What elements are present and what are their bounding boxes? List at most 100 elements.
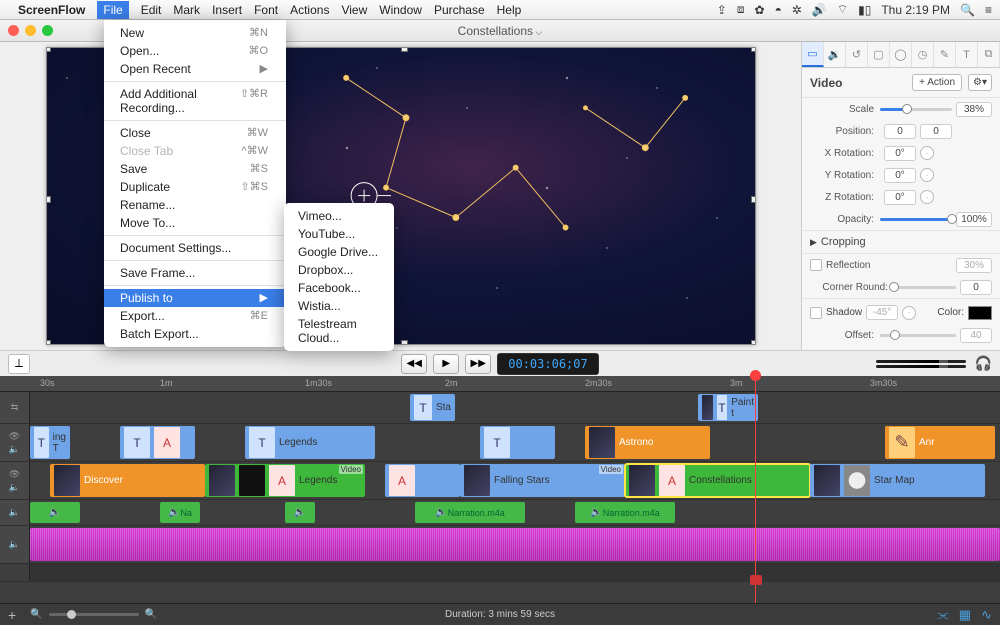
submenu-item-dropbox-[interactable]: Dropbox... [284, 261, 394, 279]
timeline-marker[interactable] [750, 575, 762, 585]
touch-tab-icon[interactable]: ↺ [846, 42, 868, 67]
document-title[interactable]: Constellations [458, 24, 543, 38]
play-button[interactable]: ▶ [433, 354, 459, 374]
menu-insert[interactable]: Insert [212, 3, 242, 17]
audio-clip[interactable]: 🔈 Narration.m4a [575, 502, 675, 523]
reflection-value[interactable]: 30% [956, 258, 992, 273]
audio-clip[interactable]: 🔈 Na [160, 502, 200, 523]
callout-tab-icon[interactable]: ◯ [890, 42, 912, 67]
offset-value[interactable]: 40 [960, 328, 992, 343]
menu-window[interactable]: Window [379, 3, 422, 17]
timecode-display[interactable]: 00:03:06;07 [497, 353, 598, 375]
submenu-item-google-drive-[interactable]: Google Drive... [284, 243, 394, 261]
menu-file[interactable]: File [97, 1, 128, 19]
menu-help[interactable]: Help [497, 3, 522, 17]
app-tray-icon[interactable]: ✲ [792, 3, 802, 17]
scale-value[interactable]: 38% [956, 102, 992, 117]
timeline-clip[interactable]: TPaint t [698, 394, 758, 421]
cropping-section[interactable]: ▶ Cropping [802, 230, 1000, 254]
y-rotation-input[interactable]: 0° [884, 168, 916, 183]
add-track-button[interactable]: + [8, 607, 16, 623]
add-action-button[interactable]: + Action [912, 74, 962, 91]
submenu-item-telestream-cloud-[interactable]: Telestream Cloud... [284, 315, 394, 347]
crop-tool-button[interactable]: ⟂ [8, 354, 30, 374]
audio-clip[interactable]: 🔈 [285, 502, 315, 523]
track-body-2[interactable]: Ting TTATLegendsTAstrono✎Anr [30, 424, 1000, 461]
menu-item-duplicate[interactable]: Duplicate⇧⌘S [104, 178, 286, 196]
annotation-tab-icon[interactable]: ✎ [934, 42, 956, 67]
dropbox-icon[interactable]: ⧈ [737, 2, 745, 17]
scale-slider[interactable] [880, 108, 952, 111]
submenu-item-youtube-[interactable]: YouTube... [284, 225, 394, 243]
close-window-button[interactable] [8, 25, 19, 36]
forward-button[interactable]: ▶▶ [465, 354, 491, 374]
track-head-3[interactable]: 👁🔈 [0, 462, 30, 499]
wifi-icon[interactable]: ⌔ [837, 2, 848, 17]
gear-icon[interactable]: ⚙︎▾ [968, 74, 992, 91]
battery-icon[interactable]: ▮▯ [858, 3, 871, 17]
timeline-clip[interactable]: Ting T [30, 426, 70, 459]
position-x-input[interactable]: 0 [884, 124, 916, 139]
text-tab-icon[interactable]: T [956, 42, 978, 67]
volume-icon[interactable]: 🔊 [812, 3, 827, 17]
timeline-clip[interactable]: TA [120, 426, 195, 459]
timeline-clip[interactable]: AConstellations [625, 464, 810, 497]
zoom-window-button[interactable] [42, 25, 53, 36]
y-rotation-dial[interactable]: · [920, 168, 934, 182]
track-head-4[interactable]: 🔈 [0, 500, 30, 525]
menu-purchase[interactable]: Purchase [434, 3, 485, 17]
menu-item-batch-export-[interactable]: Batch Export... [104, 325, 286, 343]
markers-icon[interactable]: ▦ [959, 607, 971, 623]
menu-mark[interactable]: Mark [173, 3, 200, 17]
timeline-clip[interactable]: ✎Anr [885, 426, 995, 459]
menu-item-open-[interactable]: Open...⌘O [104, 42, 286, 60]
menu-item-close[interactable]: Close⌘W [104, 124, 286, 142]
motion-tab-icon[interactable]: ◷ [912, 42, 934, 67]
menu-item-document-settings-[interactable]: Document Settings... [104, 239, 286, 257]
timeline-clip[interactable]: Falling StarsVideo [460, 464, 625, 497]
timeline-ruler[interactable]: 30s1m1m30s2m2m30s3m3m30s [0, 376, 1000, 392]
menu-item-rename-[interactable]: Rename... [104, 196, 286, 214]
menu-actions[interactable]: Actions [290, 3, 329, 17]
timeline-clip[interactable]: A [385, 464, 460, 497]
menu-item-export-[interactable]: Export...⌘E [104, 307, 286, 325]
reflection-checkbox[interactable] [810, 259, 822, 271]
menu-item-add-additional-recording-[interactable]: Add Additional Recording...⇧⌘R [104, 85, 286, 117]
library-tab-icon[interactable]: ⧉ [978, 42, 1000, 67]
menu-item-open-recent[interactable]: Open Recent▶ [104, 60, 286, 78]
x-rotation-input[interactable]: 0° [884, 146, 916, 161]
waveform-icon[interactable]: ∿ [981, 607, 992, 623]
track-head-5[interactable]: 🔈 [0, 526, 30, 563]
submenu-item-wistia-[interactable]: Wistia... [284, 297, 394, 315]
audio-clip[interactable]: 🔈 [30, 502, 80, 523]
z-rotation-input[interactable]: 0° [884, 190, 916, 205]
menu-edit[interactable]: Edit [141, 3, 162, 17]
corner-round-value[interactable]: 0 [960, 280, 992, 295]
menu-item-publish-to[interactable]: Publish to▶ [104, 289, 286, 307]
video-tab-icon[interactable]: ▭ [802, 42, 824, 67]
menu-font[interactable]: Font [254, 3, 278, 17]
shadow-angle-input[interactable]: -45° [866, 305, 898, 320]
timeline-clip[interactable]: TLegends [245, 426, 375, 459]
track-head-1[interactable]: ⇆ [0, 392, 30, 423]
rewind-button[interactable]: ◀◀ [401, 354, 427, 374]
headphones-icon[interactable]: 🎧 [975, 355, 992, 372]
z-rotation-dial[interactable]: · [920, 190, 934, 204]
zoom-in-icon[interactable]: 🔍 [145, 609, 157, 620]
timeline-clip[interactable]: Discover [50, 464, 205, 497]
shadow-checkbox[interactable] [810, 307, 822, 319]
menu-extras-icon[interactable]: ≡ [985, 3, 992, 17]
snap-icon[interactable]: ⫘ [937, 607, 949, 623]
status-icon[interactable]: ⇪ [717, 3, 727, 17]
timeline-clip[interactable]: ALegendsVideo [205, 464, 365, 497]
menu-item-move-to-[interactable]: Move To... [104, 214, 286, 232]
track-body-3[interactable]: DiscoverALegendsVideo AFalling StarsVideo… [30, 462, 1000, 499]
minimize-window-button[interactable] [25, 25, 36, 36]
timeline-clip[interactable]: TSta [410, 394, 455, 421]
corner-round-slider[interactable] [894, 286, 956, 289]
menu-view[interactable]: View [341, 3, 367, 17]
submenu-item-facebook-[interactable]: Facebook... [284, 279, 394, 297]
app-name[interactable]: ScreenFlow [18, 3, 85, 17]
audio-tab-icon[interactable]: 🔉 [824, 42, 846, 67]
cloud-icon[interactable]: ◓ [775, 3, 782, 17]
